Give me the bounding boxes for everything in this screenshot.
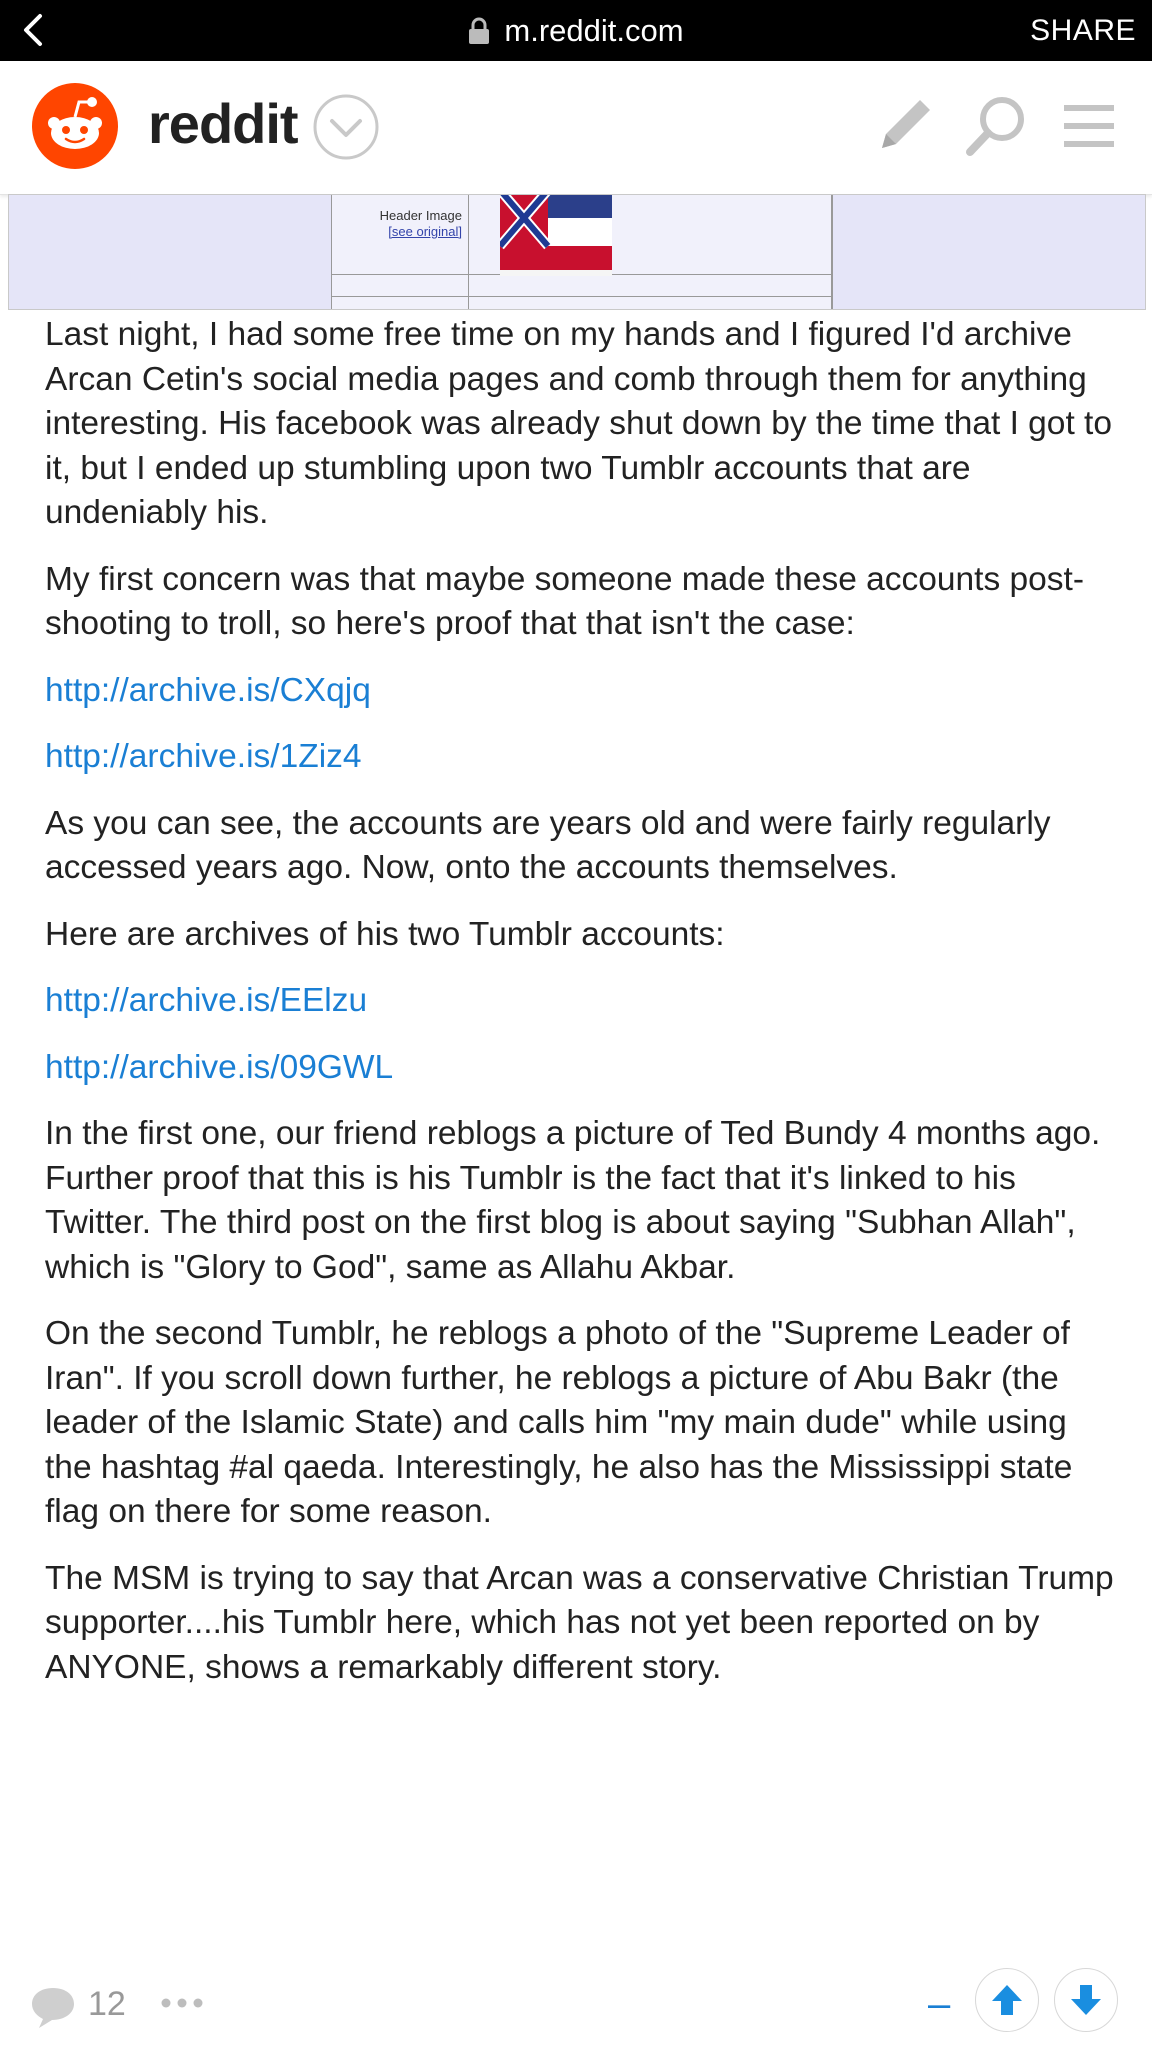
post-paragraph: My first concern was that maybe someone …: [45, 560, 1084, 643]
search-icon[interactable]: [962, 94, 1028, 160]
comment-bubble-icon[interactable]: [28, 1982, 78, 2032]
mississippi-flag-image: [500, 195, 612, 276]
post-paragraph: In the first one, our friend reblogs a p…: [45, 1115, 1101, 1286]
downvote-button[interactable]: [1054, 1968, 1118, 2032]
post-paragraph: The MSM is trying to say that Arcan was …: [45, 1559, 1114, 1686]
embed-divider: [831, 195, 832, 309]
archive-link[interactable]: http://archive.is/09GWL: [45, 1049, 393, 1086]
chevron-down-icon[interactable]: [312, 93, 380, 161]
post-paragraph: On the second Tumblr, he reblogs a photo…: [45, 1315, 1073, 1530]
browser-toolbar: m.reddit.com SHARE: [0, 0, 1152, 61]
embed-label-text: Header Image: [379, 208, 462, 223]
post-paragraph: As you can see, the accounts are years o…: [45, 804, 1051, 887]
embed-divider: [332, 296, 832, 297]
downvote-arrow-icon: [1071, 1985, 1101, 2015]
post-paragraph: Here are archives of his two Tumblr acco…: [45, 915, 725, 953]
embed-divider: [468, 195, 469, 309]
archive-link[interactable]: http://archive.is/CXqjq: [45, 672, 371, 709]
url-text: m.reddit.com: [504, 12, 684, 48]
post-paragraph: Last night, I had some free time on my h…: [45, 316, 1112, 531]
vote-score: –: [928, 1982, 951, 2026]
embed-header-label: Header Image [see original]: [332, 208, 466, 240]
reddit-header: reddit: [0, 61, 1152, 195]
share-button[interactable]: SHARE: [1030, 0, 1136, 61]
archive-link[interactable]: http://archive.is/1Ziz4: [45, 738, 362, 775]
post-body: Last night, I had some free time on my h…: [45, 313, 1115, 1712]
embed-see-original-link[interactable]: [see original]: [332, 224, 462, 240]
reddit-wordmark: reddit: [148, 92, 299, 155]
reddit-logo-icon[interactable]: [32, 83, 118, 169]
upvote-button[interactable]: [975, 1968, 1039, 2032]
upvote-arrow-icon: [992, 1985, 1022, 2015]
more-options-icon[interactable]: [160, 1996, 204, 2010]
lock-icon: [469, 17, 490, 44]
post-image-preview[interactable]: Header Image [see original]: [8, 194, 1146, 310]
archive-link[interactable]: http://archive.is/EElzu: [45, 982, 367, 1019]
embed-table: Header Image [see original]: [331, 195, 833, 309]
post-actions-bar: 12 –: [0, 1960, 1152, 2048]
pencil-icon[interactable]: [876, 94, 936, 154]
hamburger-menu-icon[interactable]: [1062, 99, 1116, 153]
address-bar[interactable]: m.reddit.com: [0, 0, 1152, 61]
comment-count[interactable]: 12: [88, 1982, 126, 2026]
